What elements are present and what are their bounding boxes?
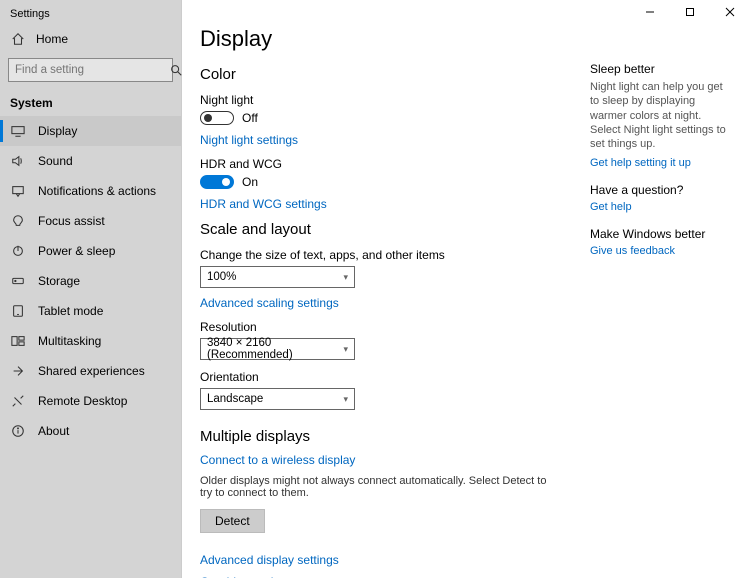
night-light-toggle[interactable] xyxy=(200,111,234,125)
section-multiple-displays: Multiple displays xyxy=(200,428,564,445)
sidebar-item-notifications[interactable]: Notifications & actions xyxy=(0,176,181,206)
resolution-dropdown[interactable]: 3840 × 2160 (Recommended) ▾ xyxy=(200,338,355,360)
close-button[interactable] xyxy=(710,0,750,24)
section-scale: Scale and layout xyxy=(200,221,564,238)
question-title: Have a question? xyxy=(590,183,728,197)
detect-button[interactable]: Detect xyxy=(200,509,265,533)
night-light-label: Night light xyxy=(200,93,564,107)
power-icon xyxy=(10,243,26,259)
shared-icon xyxy=(10,363,26,379)
chevron-down-icon: ▾ xyxy=(343,272,348,283)
chevron-down-icon: ▾ xyxy=(343,344,348,355)
search-icon xyxy=(169,62,183,78)
sleep-better-title: Sleep better xyxy=(590,62,728,76)
hdr-settings-link[interactable]: HDR and WCG settings xyxy=(200,197,564,211)
window-title: Settings xyxy=(0,0,181,24)
minimize-button[interactable] xyxy=(630,0,670,24)
get-help-link[interactable]: Get help xyxy=(590,201,728,213)
scale-label: Change the size of text, apps, and other… xyxy=(200,248,564,262)
orientation-dropdown[interactable]: Landscape ▾ xyxy=(200,388,355,410)
night-light-settings-link[interactable]: Night light settings xyxy=(200,133,564,147)
sidebar-item-display[interactable]: Display xyxy=(0,116,181,146)
side-info: Sleep better Night light can help you ge… xyxy=(582,0,742,578)
sidebar-item-sound[interactable]: Sound xyxy=(0,146,181,176)
sleep-help-link[interactable]: Get help setting it up xyxy=(590,157,728,169)
feedback-link[interactable]: Give us feedback xyxy=(590,245,728,257)
sleep-better-text: Night light can help you get to sleep by… xyxy=(590,80,728,151)
feedback-title: Make Windows better xyxy=(590,227,728,241)
sidebar-item-shared-experiences[interactable]: Shared experiences xyxy=(0,356,181,386)
storage-icon xyxy=(10,273,26,289)
hdr-toggle[interactable] xyxy=(200,175,234,189)
older-displays-text: Older displays might not always connect … xyxy=(200,475,560,499)
sidebar-item-remote-desktop[interactable]: Remote Desktop xyxy=(0,386,181,416)
hdr-label: HDR and WCG xyxy=(200,157,564,171)
sidebar: Settings Home System Display Sound Notif… xyxy=(0,0,182,578)
advanced-scaling-link[interactable]: Advanced scaling settings xyxy=(200,296,564,310)
sidebar-item-about[interactable]: About xyxy=(0,416,181,446)
orientation-label: Orientation xyxy=(200,370,564,384)
sidebar-item-power-sleep[interactable]: Power & sleep xyxy=(0,236,181,266)
sidebar-item-multitasking[interactable]: Multitasking xyxy=(0,326,181,356)
section-color: Color xyxy=(200,66,564,83)
sound-icon xyxy=(10,153,26,169)
night-light-state: Off xyxy=(242,111,258,125)
main-content: Display Color Night light Off Night ligh… xyxy=(182,0,582,578)
home-icon xyxy=(10,31,26,47)
remote-icon xyxy=(10,393,26,409)
connect-wireless-link[interactable]: Connect to a wireless display xyxy=(200,453,564,467)
advanced-display-link[interactable]: Advanced display settings xyxy=(200,553,564,567)
display-icon xyxy=(10,123,26,139)
sidebar-item-storage[interactable]: Storage xyxy=(0,266,181,296)
home-label: Home xyxy=(36,32,68,46)
multitasking-icon xyxy=(10,333,26,349)
hdr-state: On xyxy=(242,175,258,189)
search-box[interactable] xyxy=(8,58,173,82)
window-controls xyxy=(630,0,750,24)
about-icon xyxy=(10,423,26,439)
sidebar-item-tablet-mode[interactable]: Tablet mode xyxy=(0,296,181,326)
notifications-icon xyxy=(10,183,26,199)
maximize-button[interactable] xyxy=(670,0,710,24)
chevron-down-icon: ▾ xyxy=(343,394,348,405)
sidebar-item-focus-assist[interactable]: Focus assist xyxy=(0,206,181,236)
resolution-label: Resolution xyxy=(200,320,564,334)
home-nav[interactable]: Home xyxy=(0,24,181,54)
group-label-system: System xyxy=(0,90,181,116)
scale-dropdown[interactable]: 100% ▾ xyxy=(200,266,355,288)
search-input[interactable] xyxy=(15,64,169,76)
page-title: Display xyxy=(200,26,564,52)
focus-icon xyxy=(10,213,26,229)
tablet-icon xyxy=(10,303,26,319)
